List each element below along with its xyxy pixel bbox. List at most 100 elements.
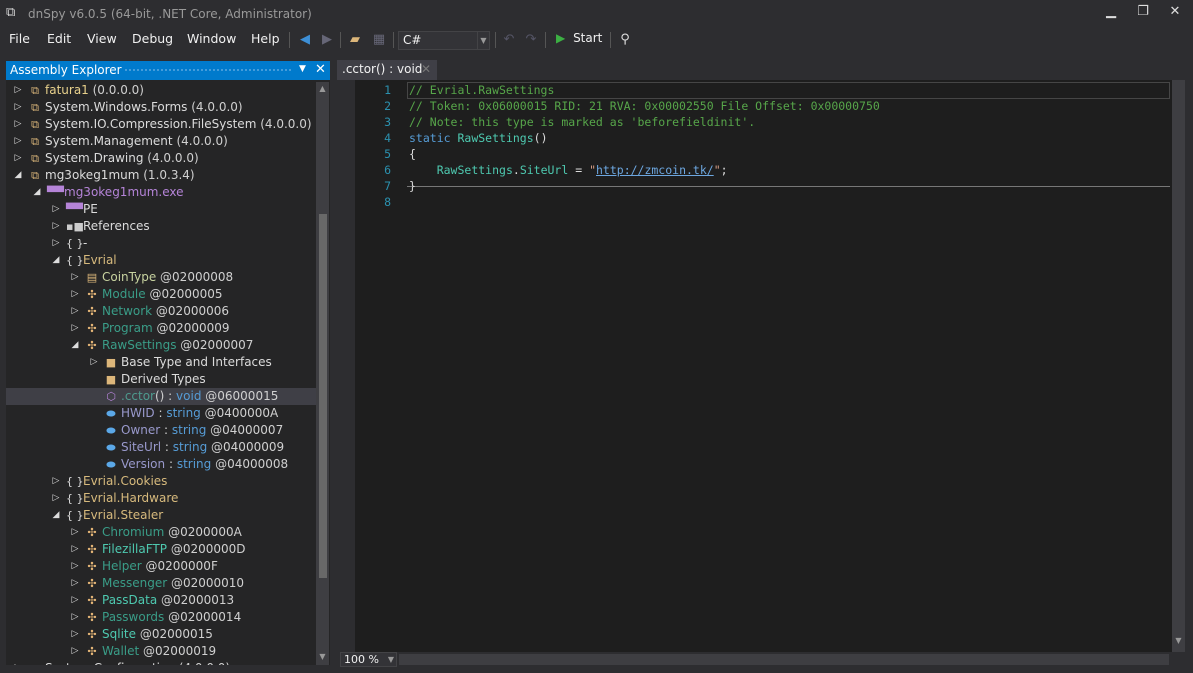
collapsed-arrow-icon[interactable]: ▷ (51, 490, 61, 507)
collapsed-arrow-icon[interactable]: ▷ (70, 643, 80, 660)
tree-item[interactable]: ◢ { } Evrial.Stealer (6, 507, 316, 524)
zoom-select[interactable]: 100 % ▼ (340, 652, 397, 667)
expanded-arrow-icon[interactable]: ◢ (51, 252, 61, 269)
panel-menu-chevron-icon[interactable]: ▼ (299, 64, 306, 74)
tree-item[interactable]: ▷ ⧉ System.Management (4.0.0.0) (6, 133, 316, 150)
tree-item[interactable]: ▷ ✣ Wallet @02000019 (6, 643, 316, 660)
tree-item[interactable]: ⬡ .cctor() : void @06000015 (6, 388, 316, 405)
collapsed-arrow-icon[interactable]: ▷ (70, 286, 80, 303)
menu-help[interactable]: Help (251, 31, 280, 46)
scroll-down-icon[interactable]: ▼ (1172, 636, 1185, 645)
tree-item[interactable]: ▷ ✣ Program @02000009 (6, 320, 316, 337)
close-window-button[interactable]: ✕ (1162, 4, 1188, 22)
tree-item-label: Sqlite @02000015 (102, 626, 213, 643)
collapsed-arrow-icon[interactable]: ▷ (13, 660, 23, 665)
collapsed-arrow-icon[interactable]: ▷ (70, 320, 80, 337)
menu-file[interactable]: File (9, 31, 30, 46)
collapsed-arrow-icon[interactable]: ▷ (51, 218, 61, 235)
tree-item[interactable]: ◢ ⧉ mg3okeg1mum (1.0.3.4) (6, 167, 316, 184)
tree-item[interactable]: ▷ ⧉ fatura1 (0.0.0.0) (6, 82, 316, 99)
tree-item[interactable]: ⬬ Version : string @04000008 (6, 456, 316, 473)
editor-horizontal-scrollbar[interactable] (399, 654, 1169, 665)
scroll-up-icon[interactable]: ▲ (316, 84, 329, 93)
undo-icon[interactable]: ↶ (500, 31, 518, 49)
collapsed-arrow-icon[interactable]: ▷ (70, 541, 80, 558)
scroll-down-icon[interactable]: ▼ (316, 652, 329, 661)
item-suffix: @02000005 (145, 287, 223, 301)
tree-item-label: System.Management (4.0.0.0) (45, 133, 228, 150)
collapsed-arrow-icon[interactable]: ▷ (70, 626, 80, 643)
language-select[interactable]: C# ▼ (398, 31, 490, 50)
editor-vertical-scrollbar[interactable]: ▼ (1172, 80, 1185, 652)
menu-edit[interactable]: Edit (47, 31, 71, 46)
tree-item[interactable]: ◢ ✣ RawSettings @02000007 (6, 337, 316, 354)
tree-item[interactable]: ▷ ✣ Chromium @0200000A (6, 524, 316, 541)
collapsed-arrow-icon[interactable]: ▷ (51, 235, 61, 252)
tab-cctor[interactable]: .cctor() : void ✕ (337, 60, 437, 80)
navigate-forward-icon[interactable]: ▶ (318, 31, 336, 49)
tree-item[interactable]: ▷ ✣ Messenger @02000010 (6, 575, 316, 592)
collapsed-arrow-icon[interactable]: ▷ (89, 354, 99, 371)
tree-item[interactable]: ▷ ⧉ System.Windows.Forms (4.0.0.0) (6, 99, 316, 116)
tree-item[interactable]: ▷ ✣ Module @02000005 (6, 286, 316, 303)
collapsed-arrow-icon[interactable]: ▷ (51, 201, 61, 218)
navigate-back-icon[interactable]: ◀ (296, 31, 314, 49)
tree-item[interactable]: ▷ ■ Base Type and Interfaces (6, 354, 316, 371)
tree-item[interactable]: ▷ ✣ PassData @02000013 (6, 592, 316, 609)
menu-window[interactable]: Window (187, 31, 236, 46)
collapsed-arrow-icon[interactable]: ▷ (70, 609, 80, 626)
tree-item[interactable]: ▷ ⧉System.Configuration (4.0.0.0) (6, 660, 316, 665)
collapsed-arrow-icon[interactable]: ▷ (70, 575, 80, 592)
tree-item[interactable]: ▷ { } - (6, 235, 316, 252)
collapsed-arrow-icon[interactable]: ▷ (70, 269, 80, 286)
collapsed-arrow-icon[interactable]: ▷ (13, 150, 23, 167)
menu-view[interactable]: View (87, 31, 117, 46)
tree-item[interactable]: ▷ ▤ CoinType @02000008 (6, 269, 316, 286)
start-button[interactable]: ▶ Start (556, 31, 602, 49)
tree-item[interactable]: ▷ { } Evrial.Cookies (6, 473, 316, 490)
code-editor[interactable]: 1 // Evrial.RawSettings 2 // Token: 0x06000… (337, 80, 1185, 667)
expanded-arrow-icon[interactable]: ◢ (51, 507, 61, 524)
collapsed-arrow-icon[interactable]: ▷ (70, 592, 80, 609)
collapsed-arrow-icon[interactable]: ▷ (13, 116, 23, 133)
tree-item[interactable]: ◢ { } Evrial (6, 252, 316, 269)
redo-icon[interactable]: ↷ (522, 31, 540, 49)
save-all-icon[interactable]: ▦ (370, 31, 388, 49)
collapsed-arrow-icon[interactable]: ▷ (13, 133, 23, 150)
search-icon[interactable]: ⚲ (616, 31, 634, 49)
maximize-button[interactable]: ❐ (1130, 4, 1156, 22)
tree-item[interactable]: ◢ ▀▀ mg3okeg1mum.exe (6, 184, 316, 201)
tree-item[interactable]: ▷ ▀▀ PE (6, 201, 316, 218)
tree-item[interactable]: ⬬ SiteUrl : string @04000009 (6, 439, 316, 456)
url-link[interactable]: http://zmcoin.tk/ (596, 163, 714, 177)
collapsed-arrow-icon[interactable]: ▷ (70, 524, 80, 541)
tree-item[interactable]: ▷ ✣ Sqlite @02000015 (6, 626, 316, 643)
expanded-arrow-icon[interactable]: ◢ (13, 167, 23, 184)
tree-item[interactable]: ⬬ HWID : string @0400000A (6, 405, 316, 422)
tab-close-icon[interactable]: ✕ (421, 62, 431, 76)
tree-item[interactable]: ▷ ⧉ System.IO.Compression.FileSystem (4.0.… (6, 116, 316, 133)
tree-item[interactable]: ⬬ Owner : string @04000007 (6, 422, 316, 439)
panel-close-icon[interactable]: ✕ (315, 62, 326, 77)
expanded-arrow-icon[interactable]: ◢ (32, 184, 42, 201)
collapsed-arrow-icon[interactable]: ▷ (51, 473, 61, 490)
tree-scrollbar[interactable]: ▲ ▼ (316, 82, 329, 665)
minimize-button[interactable]: ▁ (1098, 4, 1124, 22)
collapsed-arrow-icon[interactable]: ▷ (13, 99, 23, 116)
tree-item[interactable]: ▷ ▪■ References (6, 218, 316, 235)
expanded-arrow-icon[interactable]: ◢ (70, 337, 80, 354)
tree-item[interactable]: ▷ ✣ Helper @0200000F (6, 558, 316, 575)
tree-item[interactable]: ▷ ✣ FilezillaFTP @0200000D (6, 541, 316, 558)
tree-item[interactable]: ▷ ✣ Passwords @02000014 (6, 609, 316, 626)
collapsed-arrow-icon[interactable]: ▷ (13, 82, 23, 99)
collapsed-arrow-icon[interactable]: ▷ (70, 558, 80, 575)
item-name: CoinType (102, 270, 157, 284)
open-file-icon[interactable]: ▰ (346, 31, 364, 49)
scroll-thumb[interactable] (319, 214, 327, 578)
tree-item[interactable]: ▷ { } Evrial.Hardware (6, 490, 316, 507)
menu-debug[interactable]: Debug (132, 31, 173, 46)
tree-item[interactable]: ▷ ✣ Network @02000006 (6, 303, 316, 320)
collapsed-arrow-icon[interactable]: ▷ (70, 303, 80, 320)
tree-item[interactable]: ▷ ⧉ System.Drawing (4.0.0.0) (6, 150, 316, 167)
tree-item[interactable]: ■ Derived Types (6, 371, 316, 388)
